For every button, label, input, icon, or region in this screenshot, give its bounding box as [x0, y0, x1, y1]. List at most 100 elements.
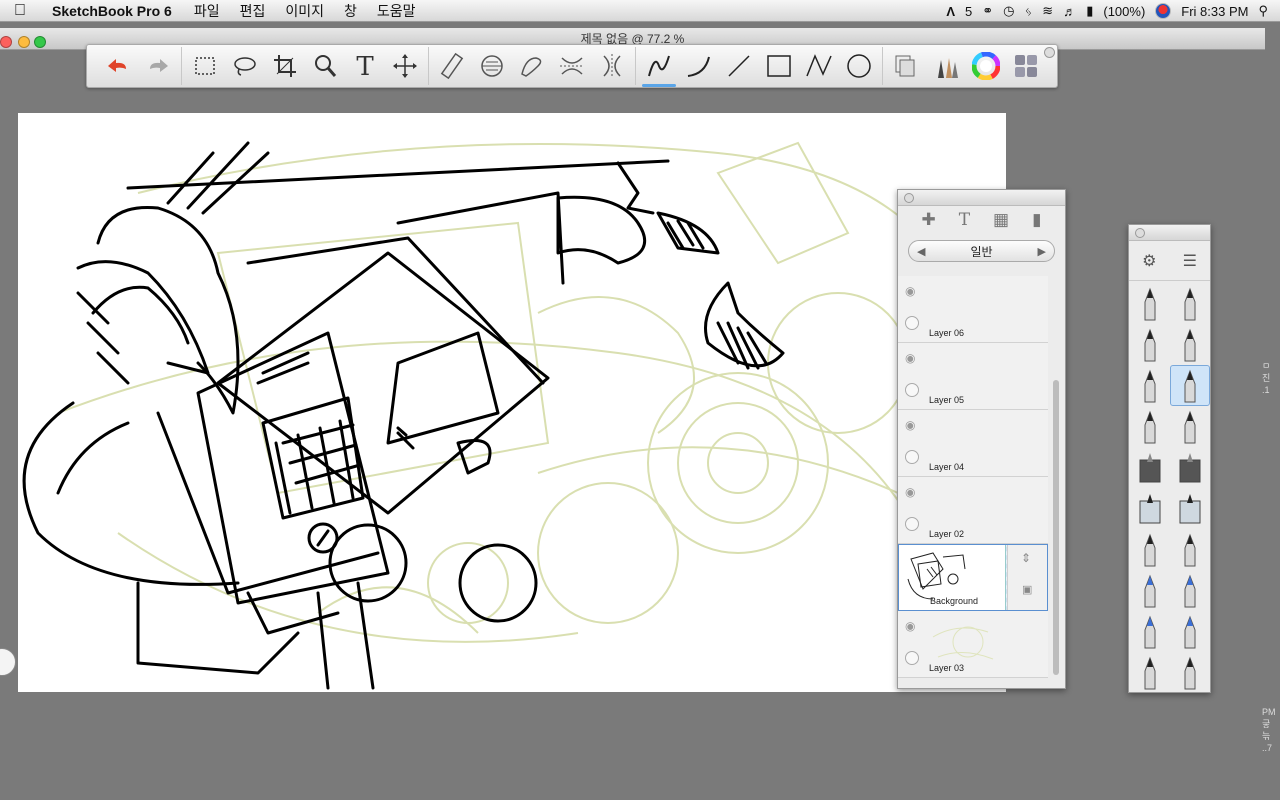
brush-paint-brush[interactable]	[1130, 652, 1170, 693]
clock[interactable]: Fri 8:33 PM	[1181, 4, 1248, 19]
layer-row[interactable]: ◉ Layer 06	[898, 276, 1048, 343]
blend-prev-icon[interactable]: ◀	[917, 245, 925, 258]
brush-airbrush-fine[interactable]	[1170, 529, 1210, 570]
brush-pen[interactable]	[1130, 365, 1170, 406]
wifi-icon[interactable]: ≋	[1042, 3, 1053, 19]
rect-select-button[interactable]	[188, 50, 222, 82]
battery-icon[interactable]: ▮	[1086, 3, 1093, 19]
ruler-button[interactable]	[435, 50, 469, 82]
symmetry-y-button[interactable]	[595, 50, 629, 82]
brush-chisel-marker[interactable]	[1170, 324, 1210, 365]
palette-button[interactable]	[1009, 50, 1043, 82]
move-button[interactable]	[388, 50, 422, 82]
add-text-layer-icon[interactable]: T	[959, 210, 970, 230]
brush-airbrush[interactable]	[1130, 529, 1170, 570]
lock-icon[interactable]: ▣	[1022, 583, 1032, 596]
pen-icon	[1144, 369, 1155, 402]
blend-next-icon[interactable]: ▶	[1038, 245, 1046, 258]
brush-pencil[interactable]	[1130, 283, 1170, 324]
volume-icon[interactable]: ♬	[1063, 4, 1076, 19]
layer-scrollbar[interactable]	[1053, 380, 1059, 675]
add-image-icon[interactable]: ▦	[993, 210, 1009, 230]
spotlight-icon[interactable]: ⚲	[1258, 3, 1268, 19]
menu-help[interactable]: 도움말	[367, 1, 426, 21]
brush-marker[interactable]	[1130, 324, 1170, 365]
layer-row[interactable]: ◉ Layer 03	[898, 611, 1048, 678]
lasso-button[interactable]	[228, 50, 262, 82]
brush-blue-ink[interactable]	[1170, 611, 1210, 652]
input-source-icon[interactable]	[1155, 3, 1172, 19]
menu-file[interactable]: 파일	[184, 1, 230, 21]
text-button[interactable]: T	[348, 50, 382, 82]
brush-smudge[interactable]	[1130, 488, 1170, 529]
layer-select-radio[interactable]	[905, 450, 919, 464]
zoom-window-button[interactable]	[34, 36, 46, 48]
brush-fine-brush[interactable]	[1169, 365, 1210, 406]
brush-palette-titlebar[interactable]	[1129, 225, 1210, 241]
redo-button[interactable]	[141, 50, 175, 82]
brush-palette-close-button[interactable]	[1135, 228, 1145, 238]
menu-window[interactable]: 창	[334, 1, 367, 21]
brush-ink-pen[interactable]	[1130, 406, 1170, 447]
close-window-button[interactable]	[0, 36, 12, 48]
undo-button[interactable]	[101, 50, 135, 82]
brush-properties-icon[interactable]: ⚙	[1142, 251, 1156, 271]
palette-icon	[1015, 55, 1037, 77]
bluetooth-icon[interactable]: ᛃ	[1024, 4, 1032, 19]
brush-blue-marker[interactable]	[1130, 570, 1170, 611]
layer-row[interactable]: ◉ Layer 04	[898, 410, 1048, 477]
menu-edit[interactable]: 편집	[230, 1, 276, 21]
layer-panel-titlebar[interactable]	[898, 190, 1065, 206]
visibility-eye-icon[interactable]: ◉	[905, 418, 915, 432]
blend-mode-selector[interactable]: ◀ 일반 ▶	[908, 240, 1055, 262]
toolbar-close-button[interactable]	[1044, 47, 1055, 58]
layer-row[interactable]: ◉ Layer 02	[898, 477, 1048, 544]
brush-bristle-brush[interactable]	[1170, 652, 1210, 693]
app-menu[interactable]: SketchBook Pro 6	[40, 3, 184, 19]
creative-cloud-icon[interactable]: ⚭	[982, 3, 993, 19]
brush-blue-pen[interactable]	[1170, 570, 1210, 611]
adobe-icon[interactable]: Λ	[946, 4, 955, 19]
brush-eraser-soft[interactable]	[1170, 447, 1210, 488]
french-curve-button[interactable]	[515, 50, 549, 82]
brushes-button[interactable]	[929, 50, 963, 82]
visibility-eye-icon[interactable]: ◉	[905, 485, 915, 499]
drawing-canvas[interactable]	[18, 113, 1006, 692]
brush-blur[interactable]	[1170, 488, 1210, 529]
layer-select-radio[interactable]	[905, 651, 919, 665]
lagoon-menu-button[interactable]	[0, 648, 16, 676]
ellipse-guide-button[interactable]	[475, 50, 509, 82]
menu-image[interactable]: 이미지	[275, 1, 334, 21]
layers-button[interactable]	[889, 50, 923, 82]
layer-select-radio[interactable]	[905, 316, 919, 330]
layer-row[interactable]: ◉ Layer 05	[898, 343, 1048, 410]
brush-library-icon[interactable]: ☰	[1183, 251, 1197, 271]
rectangle-button[interactable]	[762, 50, 796, 82]
brush-blue-felt-tip[interactable]	[1130, 611, 1170, 652]
curve-button[interactable]	[682, 50, 716, 82]
visibility-eye-icon[interactable]: ◉	[905, 619, 915, 633]
symmetry-x-button[interactable]	[555, 50, 589, 82]
polyline-button[interactable]	[802, 50, 836, 82]
brush-technical-pen[interactable]	[1170, 406, 1210, 447]
crop-button[interactable]	[268, 50, 302, 82]
line-button[interactable]	[722, 50, 756, 82]
visibility-eye-icon[interactable]: ◉	[905, 351, 915, 365]
apple-menu-icon[interactable]: 	[0, 2, 40, 20]
layer-select-radio[interactable]	[905, 517, 919, 531]
layer-panel-close-button[interactable]	[904, 193, 914, 203]
visibility-eye-icon[interactable]: ◉	[905, 284, 915, 298]
brush-ballpoint[interactable]	[1170, 283, 1210, 324]
time-machine-icon[interactable]: ◷	[1003, 3, 1014, 19]
layer-select-radio[interactable]	[905, 383, 919, 397]
move-layer-icon[interactable]: ⇕	[1021, 551, 1031, 565]
zoom-button[interactable]	[308, 50, 342, 82]
clear-layer-icon[interactable]: ▮	[1032, 210, 1041, 230]
brush-eraser-hard[interactable]	[1130, 447, 1170, 488]
add-layer-icon[interactable]: ✚	[921, 210, 935, 230]
ellipse-button[interactable]	[842, 50, 876, 82]
stroke-button[interactable]	[642, 50, 676, 87]
minimize-window-button[interactable]	[18, 36, 30, 48]
color-wheel-button[interactable]	[969, 50, 1003, 82]
layer-row-selected[interactable]: ⇕ ▣ Background	[898, 544, 1048, 611]
